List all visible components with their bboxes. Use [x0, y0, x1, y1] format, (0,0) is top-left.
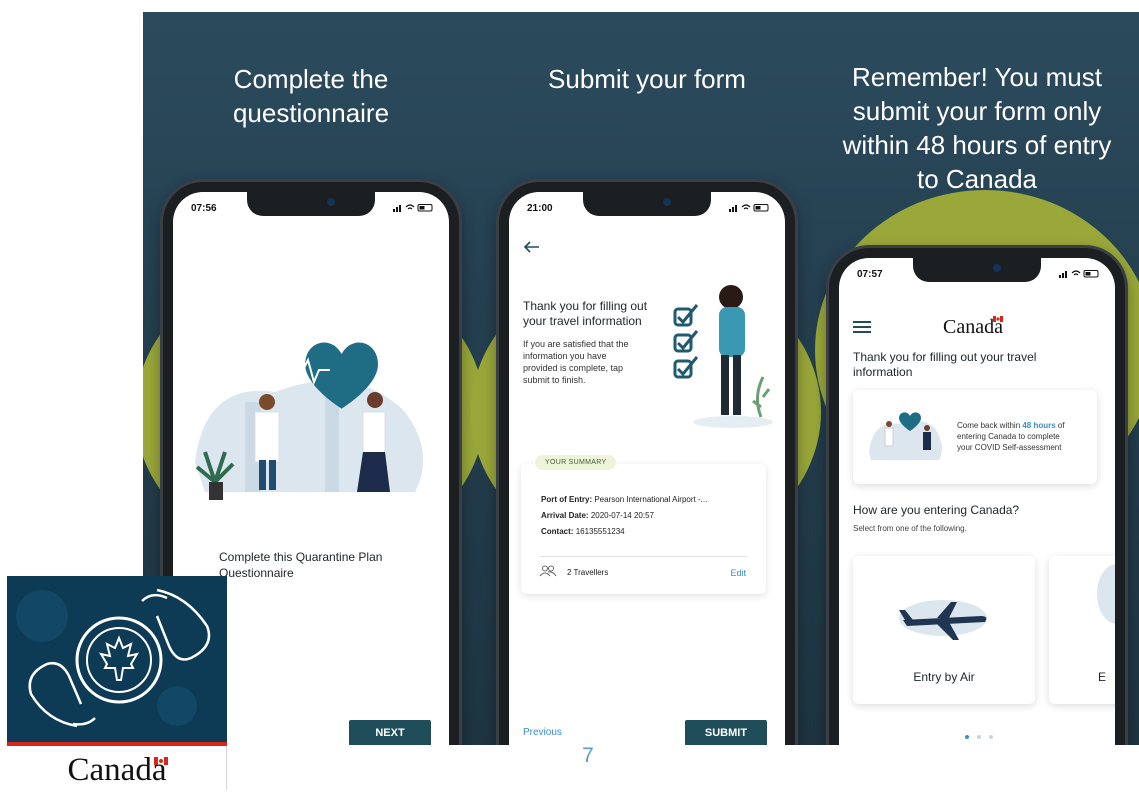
signal-wifi-battery-icon	[729, 204, 769, 212]
signal-wifi-battery-icon	[393, 204, 433, 212]
doctors-mini-illustration	[869, 412, 942, 460]
summary-tag: YOUR SUMMARY	[535, 455, 617, 470]
hours-highlight: 48 hours	[1022, 421, 1056, 430]
panel-caption: Complete the questionnaire	[232, 64, 390, 128]
carousel-dots[interactable]	[949, 726, 1009, 744]
canada-flag-icon	[154, 757, 168, 765]
entry-next-card[interactable]: E	[1049, 556, 1115, 704]
phone-notch	[247, 192, 375, 216]
canada-wordmark: Canada	[943, 316, 1003, 338]
phone-notch	[913, 258, 1041, 282]
canada-logo-wordmark: Canada	[67, 752, 167, 788]
entry-by-air-card[interactable]: Entry by Air	[853, 556, 1035, 704]
panel-caption: Submit your form	[548, 64, 746, 94]
status-time: 07:56	[191, 203, 217, 214]
thank-you-heading: Thank you for filling out your travel in…	[523, 299, 648, 328]
logo-divider	[226, 746, 227, 790]
entry-next-label: E	[1098, 670, 1107, 684]
entry-question: How are you entering Canada?	[853, 503, 1020, 517]
summary-arrival: Arrival Date: 2020-07-14 20:57	[541, 511, 654, 520]
reminder-text: Come back within 48 hours of entering Ca…	[957, 421, 1065, 452]
carousel-dot-active[interactable]	[964, 735, 969, 739]
canada-flag-icon	[993, 316, 1003, 322]
travellers-count: 2 Travellers	[567, 568, 609, 577]
checklist-woman-illustration	[673, 285, 773, 428]
panel-caption: Remember! You must submit your form only…	[842, 62, 1112, 194]
status-icons	[1059, 269, 1101, 280]
thank-you-heading: Thank you for filling out your travel in…	[853, 350, 1037, 379]
summary-card: YOUR SUMMARY Port of Entry: Pearson Inte…	[521, 455, 766, 594]
submit-button[interactable]: SUBMIT	[685, 720, 767, 745]
hamburger-menu-icon[interactable]	[853, 320, 871, 334]
hands-maple-leaf-icon	[16, 588, 211, 728]
summary-divider	[539, 556, 748, 557]
reminder-card: Come back within 48 hours of entering Ca…	[853, 390, 1097, 484]
summary-contact: Contact: 16135551234	[541, 527, 625, 536]
carousel-dot[interactable]	[989, 735, 994, 739]
page-number: 7	[582, 744, 594, 767]
status-icons	[729, 203, 771, 214]
phone-frame: 21:00 Thank you for filling out your tra…	[499, 182, 795, 745]
back-arrow-icon[interactable]	[523, 240, 541, 254]
promo-banner: Complete the questionnaire 07:56 Complet…	[143, 12, 1139, 745]
status-icons	[393, 203, 435, 214]
signal-wifi-battery-icon	[1059, 270, 1099, 278]
phone-frame: 07:57 Canada Thank you for filling out y…	[829, 248, 1125, 745]
arrivecan-logo	[7, 576, 227, 744]
carousel-dot[interactable]	[977, 735, 981, 739]
panel-reminder: Remember! You must submit your form only…	[815, 12, 1139, 745]
vehicle-illustration	[1097, 564, 1115, 624]
airplane-icon	[899, 600, 987, 640]
questionnaire-title: Complete this Quarantine Plan Questionna…	[219, 550, 383, 580]
travellers-icon	[539, 565, 557, 577]
phone-notch	[583, 192, 711, 216]
panel-submit: Submit your form 21:00 Thank you for fil…	[471, 12, 821, 745]
submit-instructions: If you are satisfied that the informatio…	[523, 339, 629, 385]
entry-by-air-label: Entry by Air	[913, 670, 975, 684]
summary-port: Port of Entry: Pearson International Air…	[541, 495, 708, 504]
phone-screen: 21:00 Thank you for filling out your tra…	[509, 192, 785, 745]
previous-link[interactable]: Previous	[523, 727, 562, 738]
status-time: 07:57	[857, 269, 883, 280]
entry-subtitle: Select from one of the following.	[853, 524, 967, 533]
status-time: 21:00	[527, 203, 553, 214]
phone-screen: 07:57 Canada Thank you for filling out y…	[839, 258, 1115, 745]
edit-link[interactable]: Edit	[730, 568, 746, 578]
next-button[interactable]: NEXT	[349, 720, 431, 745]
doctors-illustration	[195, 342, 423, 500]
